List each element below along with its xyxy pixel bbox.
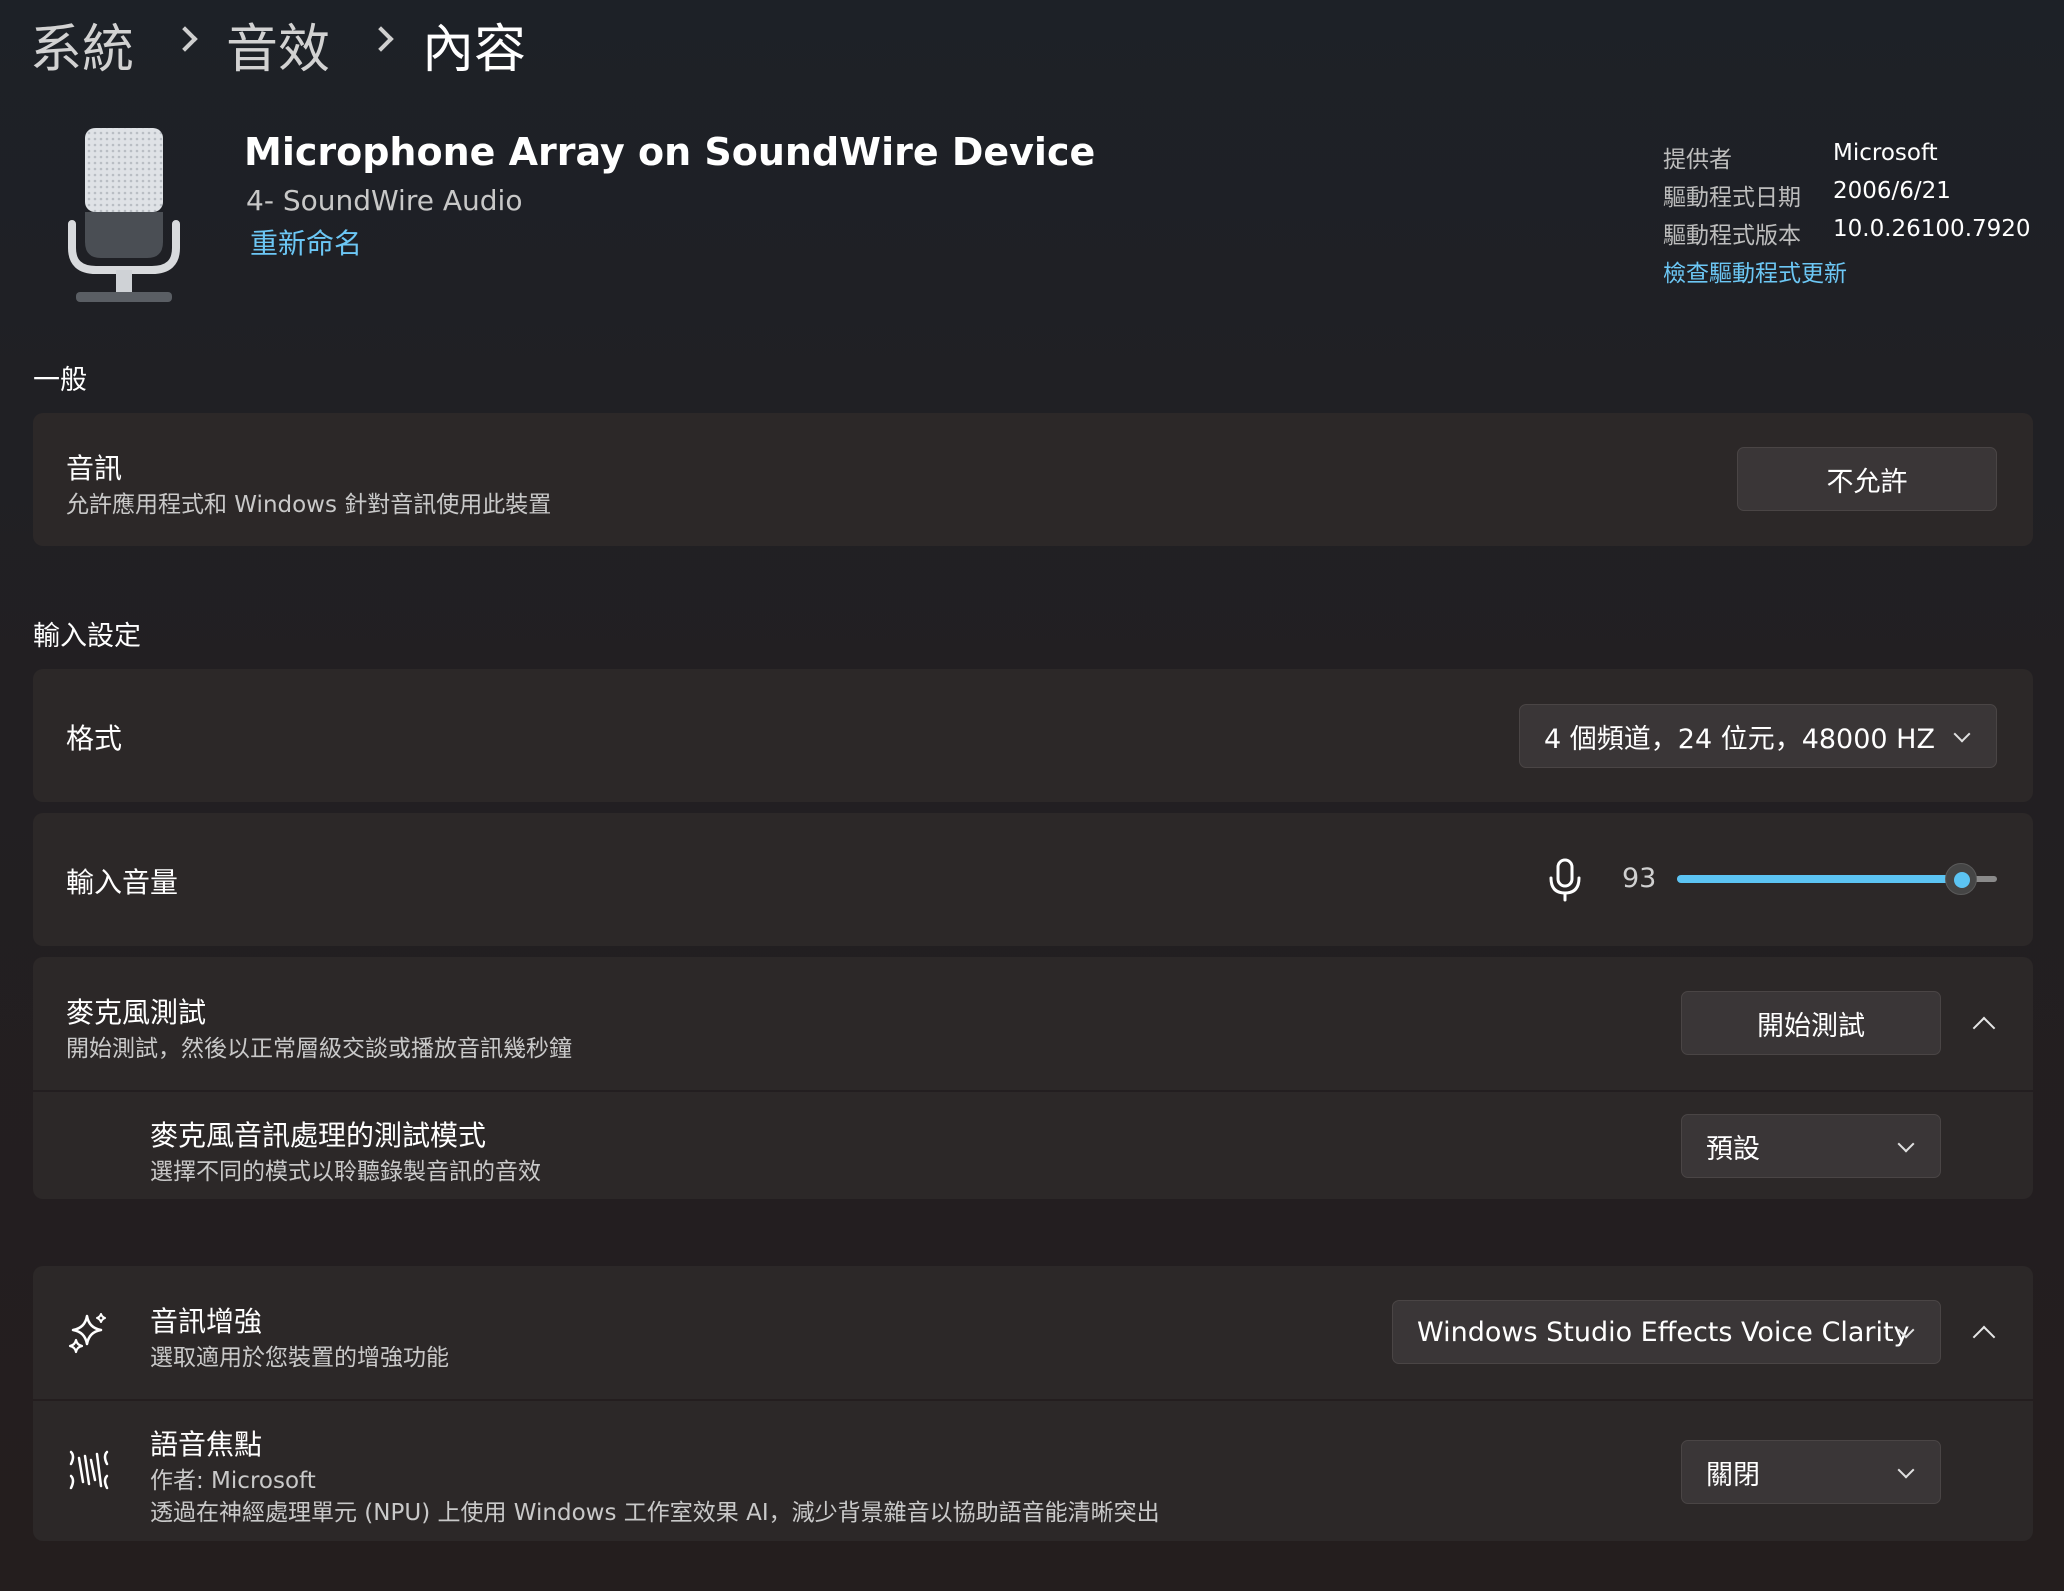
driver-version-value: 10.0.26100.7920 [1833,216,2031,242]
page-title: 內容 [422,20,527,80]
rename-link[interactable]: 重新命名 [250,222,362,262]
input-volume-value: 93 [1622,863,1657,894]
processing-mode-description: 選擇不同的模式以聆聽錄製音訊的音效 [150,1159,541,1185]
mic-test-card: 麥克風測試 開始測試，然後以正常層級交談或播放音訊幾秒鐘 開始測試 [33,957,2033,1090]
slider-fill [1677,875,1961,883]
input-volume-slider[interactable] [1677,863,1997,895]
provider-value: Microsoft [1833,140,1938,166]
chevron-down-icon [1953,725,1971,743]
audio-enhancements-collapse-button[interactable] [1963,1310,2007,1354]
section-general-title: 一般 [33,365,87,396]
start-test-button[interactable]: 開始測試 [1681,991,1941,1055]
chevron-up-icon [1972,1016,1996,1040]
driver-version-label: 驅動程式版本 [1663,223,1801,249]
device-subtitle: 4- SoundWire Audio [246,184,523,217]
section-input-settings-title: 輸入設定 [33,621,141,652]
mic-test-description: 開始測試，然後以正常層級交談或播放音訊幾秒鐘 [66,1036,572,1062]
voice-focus-icon [67,1450,111,1490]
audio-enhancements-value: Windows Studio Effects Voice Clarity [1417,1316,1910,1348]
breadcrumb-separator-icon [368,26,394,52]
sparkle-icon [67,1312,109,1354]
driver-date-value: 2006/6/21 [1833,178,1951,204]
voice-focus-author: 作者: Microsoft [150,1468,316,1494]
audio-description: 允許應用程式和 Windows 針對音訊使用此裝置 [66,492,552,518]
voice-focus-label: 語音焦點 [150,1428,263,1461]
audio-enhancements-description: 選取適用於您裝置的增強功能 [150,1345,449,1371]
processing-mode-dropdown[interactable]: 預設 [1681,1114,1941,1178]
mic-test-label: 麥克風測試 [66,996,207,1029]
input-volume-label: 輸入音量 [66,866,179,899]
input-volume-card: 輸入音量 93 [33,813,2033,946]
chevron-up-icon [1972,1325,1996,1349]
audio-enhancements-dropdown[interactable]: Windows Studio Effects Voice Clarity [1392,1300,1941,1364]
format-label: 格式 [66,722,123,755]
breadcrumb-sound[interactable]: 音效 [226,12,330,88]
driver-date-label: 驅動程式日期 [1663,185,1801,211]
mic-test-collapse-button[interactable] [1963,1001,2007,1045]
voice-focus-card: 語音焦點 作者: Microsoft 透過在神經處理單元 (NPU) 上使用 W… [33,1401,2033,1541]
voice-focus-value: 關閉 [1706,1459,1760,1491]
chevron-down-icon [1897,1135,1915,1153]
disallow-button[interactable]: 不允許 [1737,447,1997,511]
chevron-down-icon [1897,1461,1915,1479]
breadcrumb-separator-icon [172,26,198,52]
audio-enhancements-card: 音訊增強 選取適用於您裝置的增強功能 Windows Studio Effect… [33,1266,2033,1399]
voice-focus-description: 透過在神經處理單元 (NPU) 上使用 Windows 工作室效果 AI，減少背… [150,1500,1160,1526]
format-dropdown[interactable]: 4 個頻道，24 位元，48000 HZ [1519,704,1997,768]
mic-processing-mode-card: 麥克風音訊處理的測試模式 選擇不同的模式以聆聽錄製音訊的音效 預設 [33,1092,2033,1199]
format-card: 格式 4 個頻道，24 位元，48000 HZ [33,669,2033,802]
audio-permission-card: 音訊 允許應用程式和 Windows 針對音訊使用此裝置 不允許 [33,413,2033,546]
format-dropdown-value: 4 個頻道，24 位元，48000 HZ [1544,723,1935,755]
audio-enhancements-label: 音訊增強 [150,1305,263,1338]
processing-mode-value: 預設 [1706,1133,1760,1165]
voice-focus-dropdown[interactable]: 關閉 [1681,1440,1941,1504]
provider-label: 提供者 [1663,147,1732,173]
processing-mode-label: 麥克風音訊處理的測試模式 [150,1119,487,1152]
audio-label: 音訊 [66,452,123,485]
check-driver-update-link[interactable]: 檢查驅動程式更新 [1663,254,1847,288]
slider-thumb[interactable] [1945,863,1977,895]
microphone-icon [1547,858,1583,902]
device-name: Microphone Array on SoundWire Device [244,130,1096,174]
breadcrumb-system[interactable]: 系統 [30,12,134,88]
microphone-device-icon [62,124,186,308]
